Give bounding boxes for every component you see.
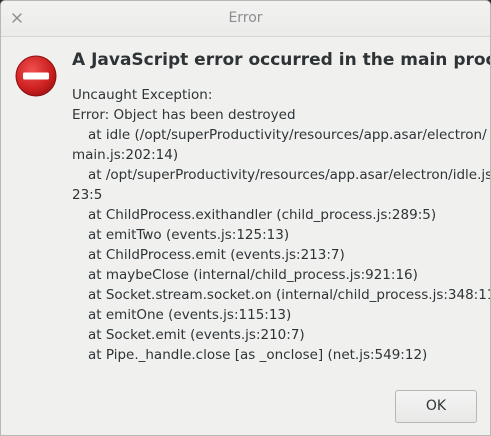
- message-line: at idle (/opt/superProductivity/resource…: [88, 127, 487, 143]
- error-dialog: Error A JavaScript error occurred in the…: [0, 0, 491, 436]
- message-line: at emitTwo (events.js:125:13): [88, 227, 290, 243]
- error-icon: [14, 54, 58, 98]
- error-message: Uncaught Exception: Error: Object has bee…: [72, 85, 491, 365]
- message-line: at ChildProcess.exithandler (child_proce…: [88, 207, 437, 223]
- title-bar[interactable]: Error: [1, 1, 490, 37]
- window-title: Error: [228, 10, 263, 26]
- message-line: Error: Object has been destroyed: [72, 107, 296, 123]
- message-line: at /opt/superProductivity/resources/app.…: [88, 167, 491, 183]
- error-heading: A JavaScript error occurred in the main …: [72, 50, 491, 70]
- message-line: at Socket.emit (events.js:210:7): [88, 327, 305, 343]
- message-line: at ChildProcess.emit (events.js:213:7): [88, 247, 345, 263]
- ok-button[interactable]: OK: [395, 390, 477, 423]
- message-line: 23:5: [72, 187, 103, 203]
- message-line: at emitOne (events.js:115:13): [88, 307, 292, 323]
- message-line: at Pipe._handle.close [as _onclose] (net…: [88, 347, 428, 363]
- message-line: Uncaught Exception:: [72, 87, 213, 103]
- message-line: main.js:202:14): [72, 147, 179, 163]
- message-line: at maybeClose (internal/child_process.js…: [88, 267, 418, 283]
- message-line: at Socket.stream.socket.on (internal/chi…: [88, 287, 491, 303]
